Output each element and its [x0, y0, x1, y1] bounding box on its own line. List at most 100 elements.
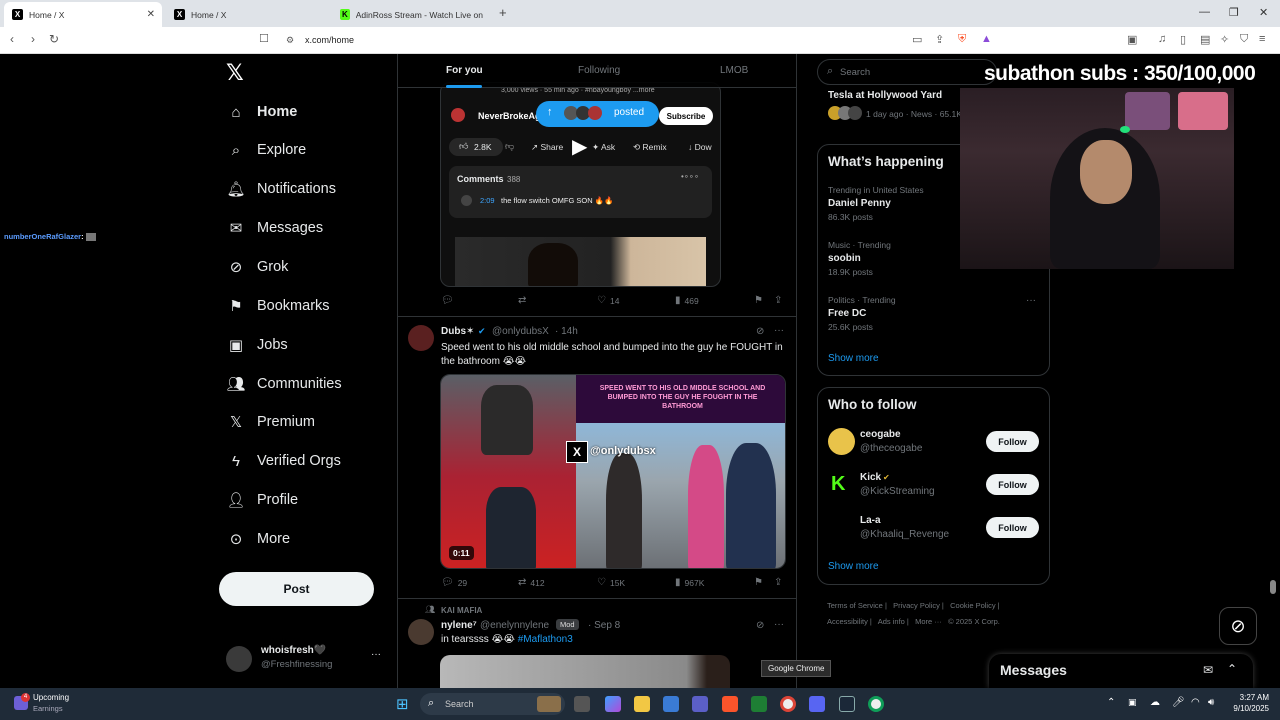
minimize-icon[interactable]: — — [1199, 6, 1210, 18]
share-button[interactable]: ⇪ — [774, 295, 786, 306]
tab-for-you[interactable]: For you — [446, 65, 483, 76]
sidebar-item-more[interactable]: ⊙ More — [226, 526, 290, 552]
wifi-icon[interactable]: ◠ — [1191, 697, 1200, 708]
extensions-icon[interactable]: ▣ — [1127, 33, 1137, 46]
hashtag-link[interactable]: #Maflathon3 — [518, 634, 573, 645]
url-field[interactable]: x.com/home — [305, 35, 354, 45]
x-logo-icon[interactable]: 𝕏 — [226, 60, 244, 86]
clock-time[interactable]: 3:27 AM — [1237, 693, 1269, 702]
more-dots-icon[interactable]: ··· — [774, 619, 784, 630]
reload-icon[interactable]: ↻ — [49, 32, 59, 46]
brave-icon[interactable] — [722, 696, 738, 712]
ask-chip[interactable]: ✦ Ask — [592, 142, 615, 153]
microphone-icon[interactable]: 🎤︎ — [1172, 697, 1185, 708]
like-button[interactable]: ♡ 14 — [597, 295, 619, 306]
new-tab-icon[interactable]: + — [499, 5, 507, 20]
avatar[interactable] — [408, 619, 434, 645]
new-posts-pill[interactable]: ↑ posted — [536, 101, 659, 127]
sidebar-item-profile[interactable]: 👤︎ Profile — [226, 487, 298, 513]
store-icon[interactable] — [663, 696, 679, 712]
author-handle[interactable]: @onlydubsX — [492, 326, 549, 337]
messages-drawer[interactable]: Messages ✉ ⌃ — [989, 654, 1253, 688]
follow-button[interactable]: Follow — [986, 431, 1039, 452]
task-view-icon[interactable] — [574, 696, 590, 712]
steam-icon[interactable] — [839, 696, 855, 712]
reply-button[interactable]: 💬︎ — [441, 295, 458, 306]
follow-button[interactable]: Follow — [986, 474, 1039, 495]
more-dots-icon[interactable]: ··· — [1026, 295, 1036, 306]
bookmark-button[interactable]: ⚑ — [754, 295, 767, 306]
author-handle[interactable]: @enelynnylene — [480, 620, 549, 631]
grok-icon[interactable]: ⊘ — [1219, 607, 1257, 645]
footer-link-privacy[interactable]: Privacy Policy — [893, 601, 940, 610]
bookmark-page-icon[interactable]: ☐ — [259, 32, 269, 45]
bookmark-button[interactable]: ⚑ — [754, 577, 767, 588]
post-media[interactable]: SPEED WENT TO HIS OLD MIDDLE SCHOOL AND … — [440, 374, 786, 569]
tab-following[interactable]: Following — [578, 65, 620, 76]
forward-icon[interactable]: › — [31, 32, 35, 46]
footer-link-cookie[interactable]: Cookie Policy — [950, 601, 995, 610]
follow-button[interactable]: Follow — [986, 517, 1039, 538]
views-button[interactable]: ▮ 469 — [675, 295, 699, 306]
embedded-video-card[interactable]: 3,000 views · 55 min ago · #nbayoungboy … — [440, 82, 721, 287]
back-icon[interactable]: ‹ — [10, 32, 14, 46]
sidebar-item-premium[interactable]: 𝕏 Premium — [226, 409, 315, 435]
browser-tab-2[interactable]: X Home / X — [166, 2, 330, 27]
wallet-icon[interactable]: ▤ — [1200, 33, 1210, 46]
subscribe-button[interactable]: Subscribe — [659, 107, 713, 125]
like-button[interactable]: ♡ 15K — [597, 577, 625, 588]
post-time[interactable]: · 14h — [555, 326, 578, 337]
like-chip[interactable]: 👍︎ 2.8K — [449, 138, 503, 156]
search-input[interactable]: ⌕ Search — [817, 59, 997, 85]
file-explorer-icon[interactable] — [634, 696, 650, 712]
discord-icon[interactable] — [809, 696, 825, 712]
site-info-icon[interactable]: ⚙ — [286, 35, 294, 46]
sidebar-item-bookmarks[interactable]: ⚑ Bookmarks — [226, 293, 329, 319]
more-dots-icon[interactable]: ··· — [774, 325, 784, 336]
grok-icon[interactable]: ⊘ — [756, 326, 764, 337]
post-media[interactable] — [440, 655, 730, 688]
sidebar-item-messages[interactable]: ✉ Messages — [226, 215, 323, 241]
new-message-icon[interactable]: ✉ — [1203, 663, 1213, 677]
chevron-up-icon[interactable]: ⌃ — [1107, 697, 1115, 708]
sidebar-item-notifications[interactable]: 🔔︎ Notifications — [226, 176, 336, 202]
windows-start-icon[interactable]: ⊞ — [396, 695, 409, 713]
footer-link-terms[interactable]: Terms of Service — [827, 601, 883, 610]
repost-button[interactable]: ⇄ 412 — [518, 577, 545, 588]
play-icon[interactable]: ▶ — [572, 134, 587, 159]
browser-tab-3[interactable]: K AdinRoss Stream - Watch Live on Kick — [332, 2, 492, 27]
chevron-up-icon[interactable]: ⌃ — [1227, 662, 1237, 676]
share-chip[interactable]: ↗ Share — [531, 142, 563, 153]
leo-icon[interactable]: ✧ — [1220, 33, 1229, 46]
sidebar-toggle-icon[interactable]: ▯ — [1180, 33, 1186, 46]
comments-panel[interactable]: Comments 388 •∘∘∘ 2:09 the flow switch O… — [449, 166, 712, 218]
widgets-button[interactable]: 4 Upcoming Earnings — [12, 693, 102, 715]
cloud-icon[interactable]: ☁ — [1150, 697, 1160, 708]
chrome-icon[interactable] — [868, 696, 884, 712]
vpn-icon[interactable]: ⛉ — [1240, 33, 1248, 46]
repost-button[interactable]: ⇄ — [518, 295, 530, 306]
trend-item[interactable]: Music · Trending soobin 18.9K posts — [828, 240, 891, 277]
views-button[interactable]: ▮ 967K — [675, 577, 704, 588]
tray-app-icon[interactable]: ▣ — [1128, 697, 1137, 708]
reply-button[interactable]: 💬︎ 29 — [441, 577, 467, 588]
cast-icon[interactable]: ▭ — [912, 33, 922, 46]
thumbs-down-icon[interactable]: 👎︎ — [505, 141, 514, 152]
sidebar-item-explore[interactable]: ⌕ Explore — [226, 137, 306, 163]
trend-item[interactable]: Politics · Trending Free DC 25.6K posts — [828, 295, 896, 332]
share-icon[interactable]: ⇪ — [935, 33, 944, 46]
footer-link-accessibility[interactable]: Accessibility — [827, 617, 868, 626]
community-context[interactable]: KAI MAFIA — [441, 606, 482, 615]
copilot-icon[interactable] — [605, 696, 621, 712]
sidebar-item-verified-orgs[interactable]: ϟ Verified Orgs — [226, 448, 341, 474]
avatar[interactable] — [408, 325, 434, 351]
close-window-icon[interactable]: ✕ — [1259, 6, 1268, 19]
footer-link-ads[interactable]: Ads info — [878, 617, 905, 626]
remix-chip[interactable]: ⟲ Remix — [633, 142, 667, 153]
brave-rewards-icon[interactable]: ▲ — [981, 33, 992, 45]
grok-icon[interactable]: ⊘ — [756, 620, 764, 631]
show-more-link[interactable]: Show more — [828, 353, 879, 364]
author-name[interactable]: nylene⁷ — [441, 620, 477, 631]
clock-date[interactable]: 9/10/2025 — [1225, 704, 1269, 713]
scrollbar[interactable] — [1270, 270, 1276, 688]
